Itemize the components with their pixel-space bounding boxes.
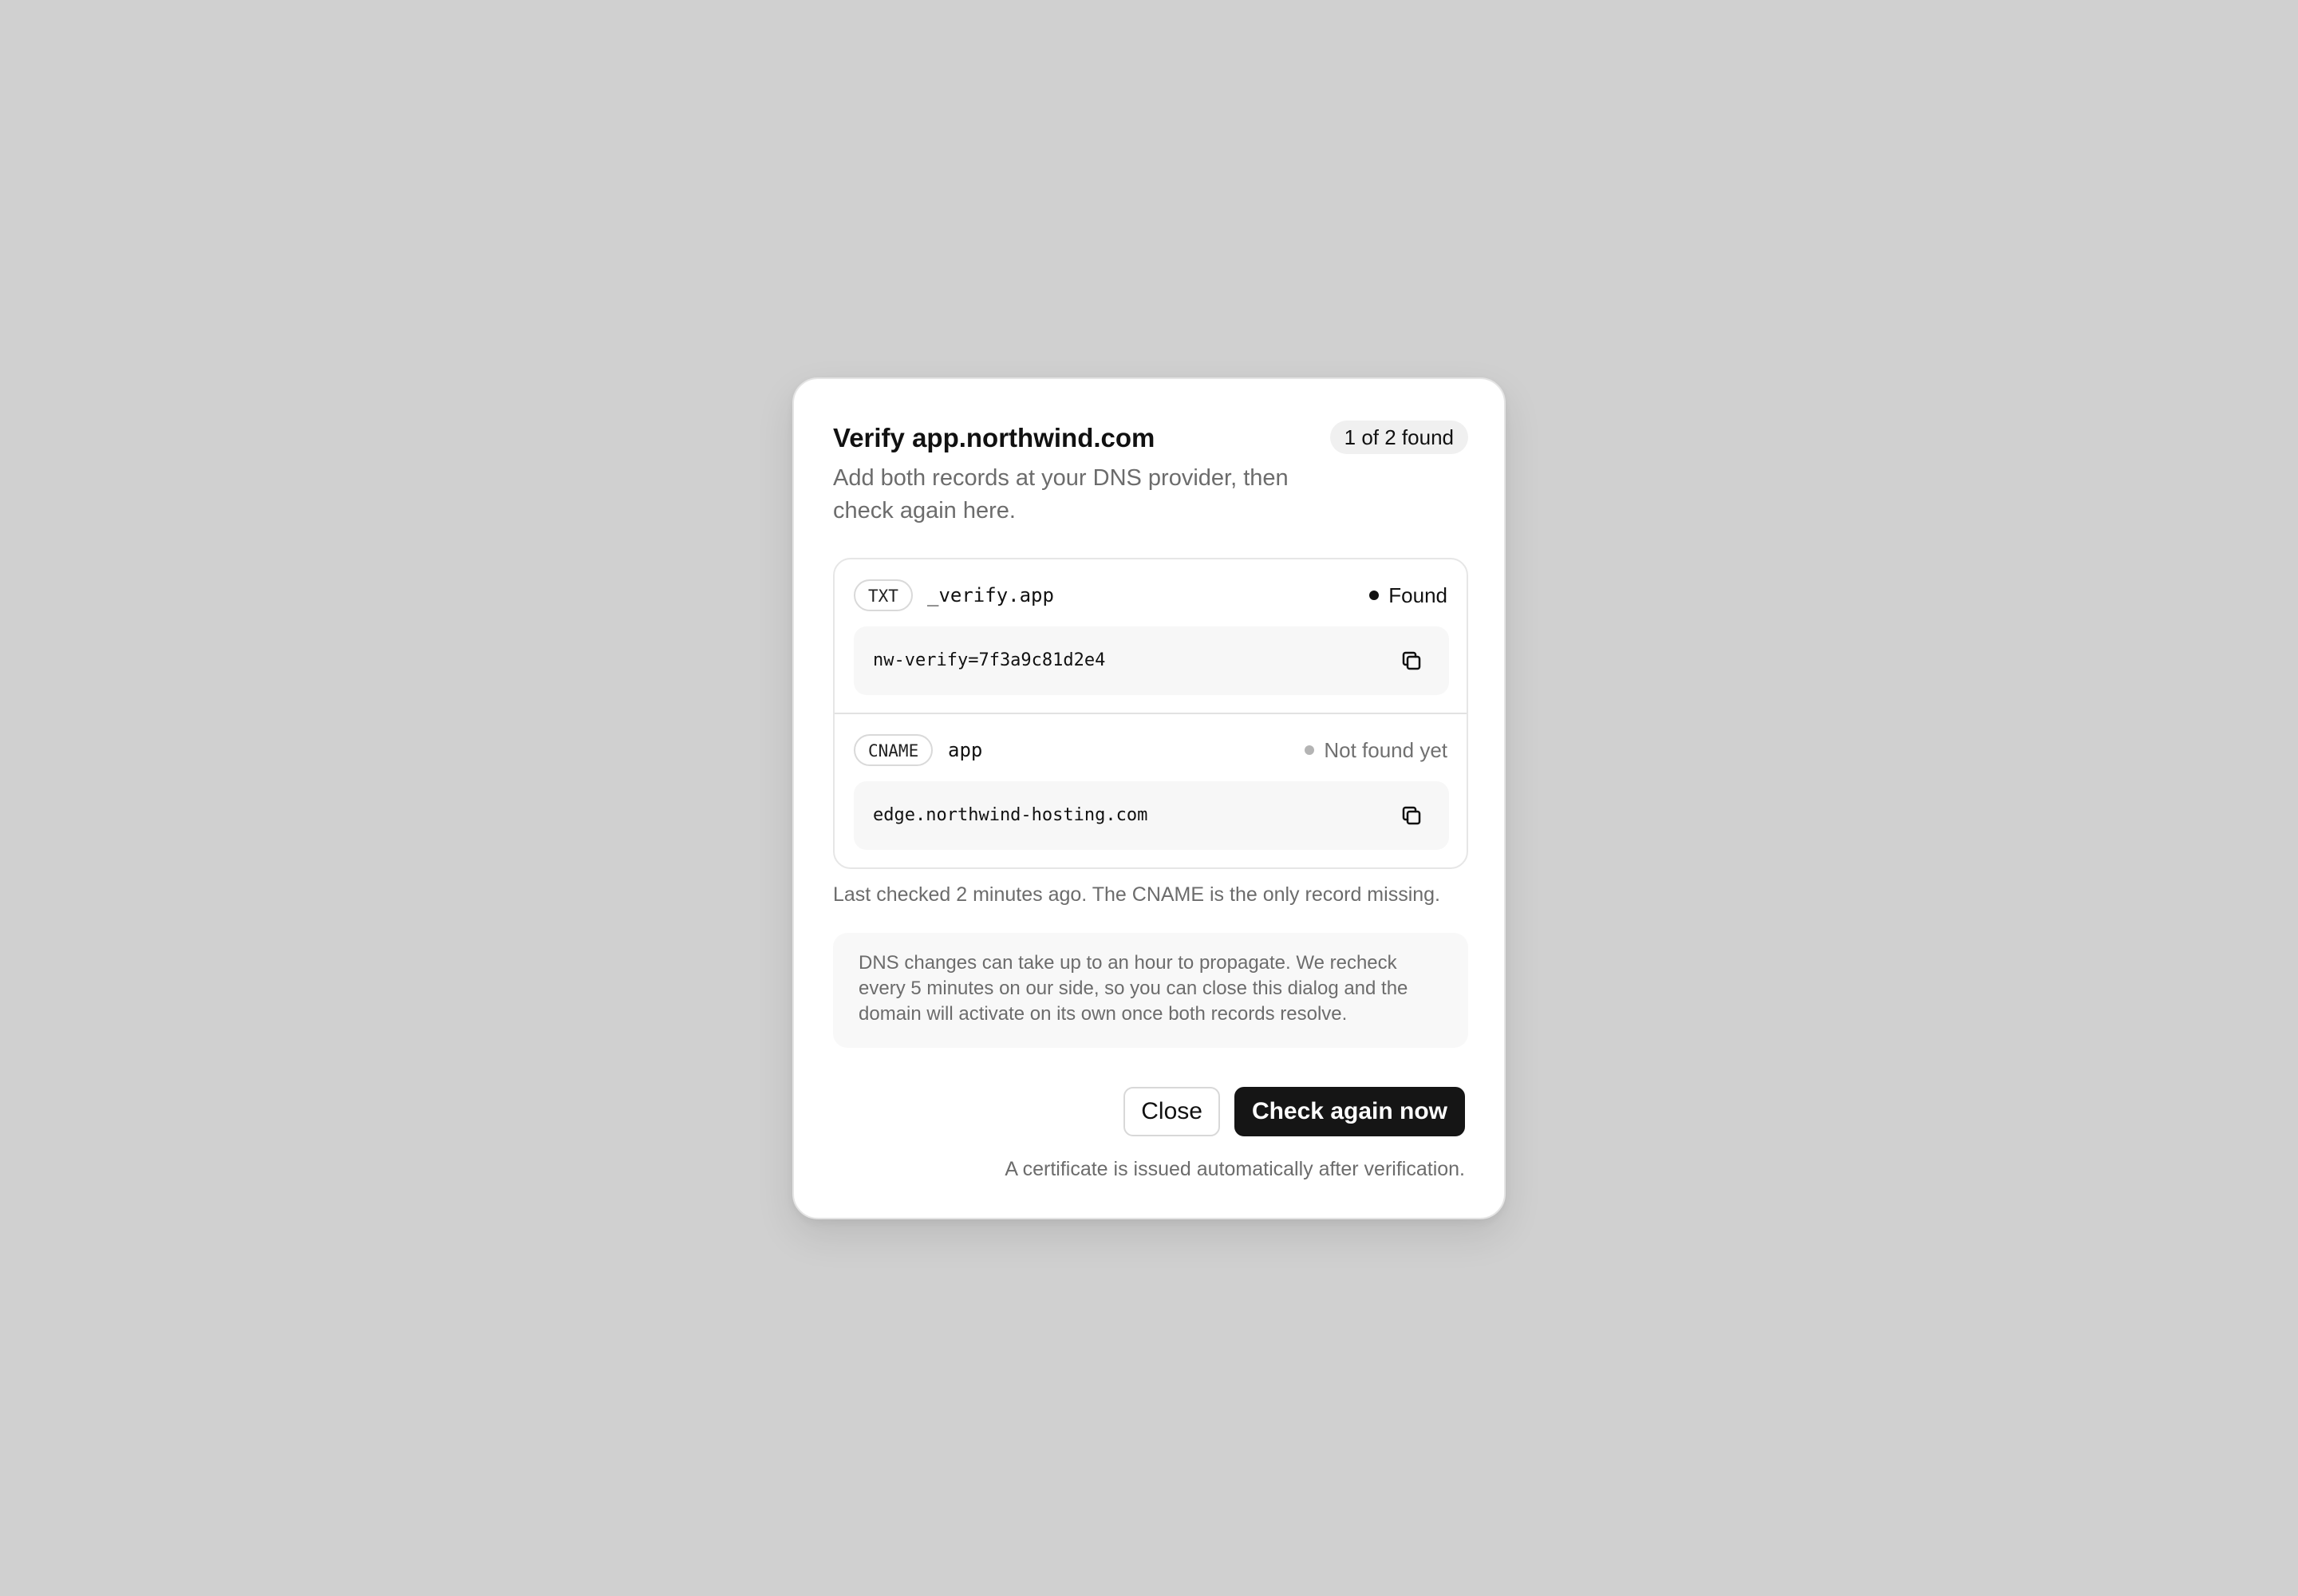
dns-record-txt: TXT _verify.app Found nw-verify=7f3a9c81… [835, 559, 1467, 714]
record-value[interactable]: edge.northwind-hosting.com [873, 781, 1147, 850]
dialog-actions: Close Check again now [1123, 1087, 1465, 1136]
record-host: _verify.app [927, 584, 1054, 606]
dns-record-cname: CNAME app Not found yet edge.northwind-h… [835, 714, 1467, 869]
verify-domain-dialog: Verify app.northwind.com 1 of 2 found Ad… [792, 377, 1506, 1219]
record-status-label: Found [1388, 583, 1447, 607]
record-value[interactable]: nw-verify=7f3a9c81d2e4 [873, 626, 1105, 695]
propagation-info: DNS changes can take up to an hour to pr… [833, 933, 1468, 1048]
dns-records-list: TXT _verify.app Found nw-verify=7f3a9c81… [833, 558, 1468, 869]
status-dot-icon [1369, 591, 1380, 601]
dialog-subtitle: Add both records at your DNS provider, t… [833, 465, 1289, 523]
dialog-title: Verify app.northwind.com [833, 423, 1155, 452]
record-value-field: nw-verify=7f3a9c81d2e4 [854, 626, 1449, 695]
record-value-field: edge.northwind-hosting.com [854, 781, 1449, 850]
record-status-label: Not found yet [1324, 738, 1447, 762]
record-status: Not found yet [1305, 734, 1447, 766]
copy-icon[interactable] [1396, 800, 1427, 831]
last-checked-text: Last checked 2 minutes ago. The CNAME is… [833, 883, 1440, 906]
record-status: Found [1369, 579, 1447, 611]
close-button[interactable]: Close [1123, 1087, 1220, 1136]
check-again-button[interactable]: Check again now [1234, 1087, 1465, 1136]
found-count-badge: 1 of 2 found [1329, 421, 1468, 454]
record-type-tag: TXT [854, 579, 913, 611]
certificate-footnote: A certificate is issued automatically af… [1005, 1158, 1465, 1180]
record-host: app [948, 739, 983, 761]
status-dot-icon [1305, 745, 1315, 756]
copy-icon[interactable] [1396, 646, 1427, 676]
record-type-tag: CNAME [854, 734, 934, 766]
